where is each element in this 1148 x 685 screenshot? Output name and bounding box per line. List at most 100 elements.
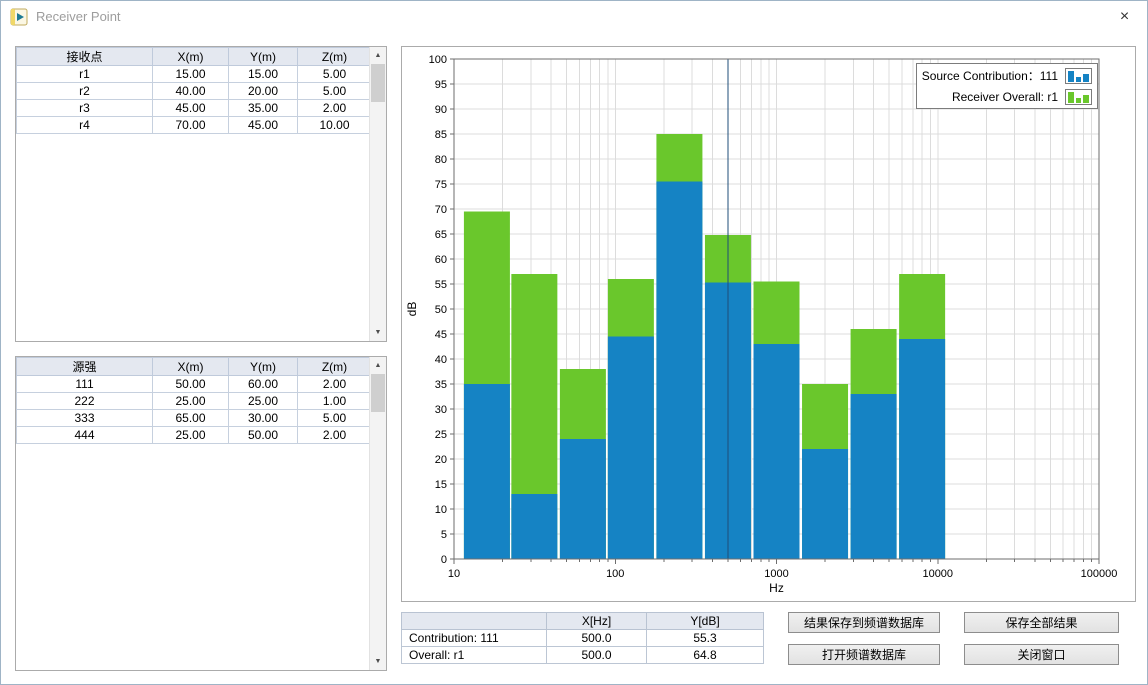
column-header-x: X(m) — [153, 48, 229, 66]
y-axis-label: dB — [405, 302, 419, 317]
open-spectrum-db-button[interactable]: 打开频谱数据库 — [788, 644, 940, 665]
receiver-table-scrollbar[interactable]: ▲ ▼ — [369, 47, 386, 341]
table-cell: Overall: r1 — [402, 647, 547, 664]
svg-text:65: 65 — [435, 229, 447, 241]
table-cell[interactable]: r3 — [17, 100, 153, 117]
table-cell[interactable]: 20.00 — [229, 83, 298, 100]
table-cell[interactable]: 50.00 — [229, 427, 298, 444]
table-cell[interactable]: 65.00 — [153, 410, 229, 427]
table-cell[interactable]: 5.00 — [298, 66, 372, 83]
table-cell[interactable]: 5.00 — [298, 83, 372, 100]
table-header-row: X[Hz] Y[dB] — [402, 613, 764, 630]
scroll-up-button[interactable]: ▲ — [370, 357, 386, 374]
table-cell[interactable]: 15.00 — [153, 66, 229, 83]
scrollbar-thumb[interactable] — [371, 64, 385, 102]
svg-text:30: 30 — [435, 404, 447, 416]
table-cell[interactable]: 30.00 — [229, 410, 298, 427]
contribution-bar[interactable] — [560, 439, 606, 559]
contribution-bar[interactable] — [656, 182, 702, 560]
table-cell[interactable]: r4 — [17, 117, 153, 134]
scrollbar-thumb[interactable] — [371, 374, 385, 412]
svg-text:45: 45 — [435, 329, 447, 341]
contribution-bar[interactable] — [511, 494, 557, 559]
table-cell[interactable]: 15.00 — [229, 66, 298, 83]
table-cell[interactable]: 333 — [17, 410, 153, 427]
svg-text:100: 100 — [429, 54, 447, 66]
table-cell[interactable]: 444 — [17, 427, 153, 444]
table-cell: 500.0 — [547, 647, 647, 664]
table-cell[interactable]: r2 — [17, 83, 153, 100]
close-window-button[interactable]: 关闭窗口 — [964, 644, 1119, 665]
table-cell[interactable]: 25.00 — [153, 427, 229, 444]
svg-text:100: 100 — [606, 568, 624, 580]
legend-label-contribution: Source Contribution：111 — [922, 67, 1058, 84]
table-cell[interactable]: 2.00 — [298, 100, 372, 117]
table-cell[interactable]: 25.00 — [229, 393, 298, 410]
labview-app-icon-svg — [10, 8, 28, 26]
source-table-scrollbar[interactable]: ▲ ▼ — [369, 357, 386, 670]
scroll-up-button[interactable]: ▲ — [370, 47, 386, 64]
svg-text:55: 55 — [435, 279, 447, 291]
labview-app-icon — [10, 8, 28, 26]
svg-text:10: 10 — [448, 568, 460, 580]
column-header-source: 源强 — [17, 358, 153, 376]
column-header-receiver: 接收点 — [17, 48, 153, 66]
svg-text:35: 35 — [435, 379, 447, 391]
contribution-bar[interactable] — [899, 339, 945, 559]
table-cell[interactable]: 1.00 — [298, 393, 372, 410]
scroll-down-button[interactable]: ▼ — [370, 324, 386, 341]
table-cell[interactable]: 25.00 — [153, 393, 229, 410]
close-button[interactable]: × — [1102, 1, 1147, 32]
column-header-y: Y(m) — [229, 48, 298, 66]
spectrum-chart[interactable]: 0510152025303540455055606570758085909510… — [402, 47, 1135, 601]
svg-text:100000: 100000 — [1081, 568, 1118, 580]
table-row: 22225.0025.001.00 — [17, 393, 372, 410]
table-header-row: 源强 X(m) Y(m) Z(m) — [17, 358, 372, 376]
contribution-bar[interactable] — [464, 384, 510, 559]
table-header-row: 接收点 X(m) Y(m) Z(m) — [17, 48, 372, 66]
column-header-blank — [402, 613, 547, 630]
svg-text:95: 95 — [435, 79, 447, 91]
table-cell[interactable]: 60.00 — [229, 376, 298, 393]
glyph-bar — [1076, 98, 1082, 103]
svg-text:90: 90 — [435, 104, 447, 116]
table-cell[interactable]: 111 — [17, 376, 153, 393]
svg-text:40: 40 — [435, 354, 447, 366]
table-cell[interactable]: 50.00 — [153, 376, 229, 393]
table-cell: Contribution: 111 — [402, 630, 547, 647]
svg-text:75: 75 — [435, 179, 447, 191]
contribution-bar[interactable] — [608, 337, 654, 560]
svg-text:5: 5 — [441, 529, 447, 541]
table-cell[interactable]: 40.00 — [153, 83, 229, 100]
legend-item-overall[interactable]: Receiver Overall: r1 — [922, 89, 1092, 105]
spectrum-chart-panel: 0510152025303540455055606570758085909510… — [401, 46, 1136, 602]
column-header-y: Y(m) — [229, 358, 298, 376]
close-icon: × — [1120, 8, 1129, 26]
table-cell[interactable]: 5.00 — [298, 410, 372, 427]
table-cell[interactable]: 35.00 — [229, 100, 298, 117]
scroll-down-button[interactable]: ▼ — [370, 653, 386, 670]
table-cell[interactable]: 70.00 — [153, 117, 229, 134]
save-to-spectrum-db-button[interactable]: 结果保存到频谱数据库 — [788, 612, 940, 633]
arrow-down-icon: ▼ — [375, 329, 382, 336]
svg-text:10000: 10000 — [922, 568, 953, 580]
table-cell[interactable]: r1 — [17, 66, 153, 83]
legend-item-contribution[interactable]: Source Contribution：111 — [922, 67, 1092, 84]
table-cell[interactable]: 45.00 — [153, 100, 229, 117]
contribution-bar[interactable] — [802, 449, 848, 559]
svg-text:20: 20 — [435, 454, 447, 466]
table-row: 33365.0030.005.00 — [17, 410, 372, 427]
arrow-up-icon: ▲ — [375, 52, 382, 59]
table-cell[interactable]: 2.00 — [298, 427, 372, 444]
cursor-readout-table: X[Hz] Y[dB] Contribution: 111500.055.3Ov… — [401, 612, 764, 664]
contribution-bar[interactable] — [851, 394, 897, 559]
contribution-bar[interactable] — [754, 344, 800, 559]
table-cell[interactable]: 10.00 — [298, 117, 372, 134]
bar-plot-icon — [1065, 68, 1092, 84]
table-cell[interactable]: 45.00 — [229, 117, 298, 134]
save-all-results-button[interactable]: 保存全部结果 — [964, 612, 1119, 633]
x-axis-label: Hz — [769, 581, 784, 595]
table-cell[interactable]: 222 — [17, 393, 153, 410]
title-bar[interactable]: Receiver Point × — [1, 1, 1147, 32]
table-cell[interactable]: 2.00 — [298, 376, 372, 393]
